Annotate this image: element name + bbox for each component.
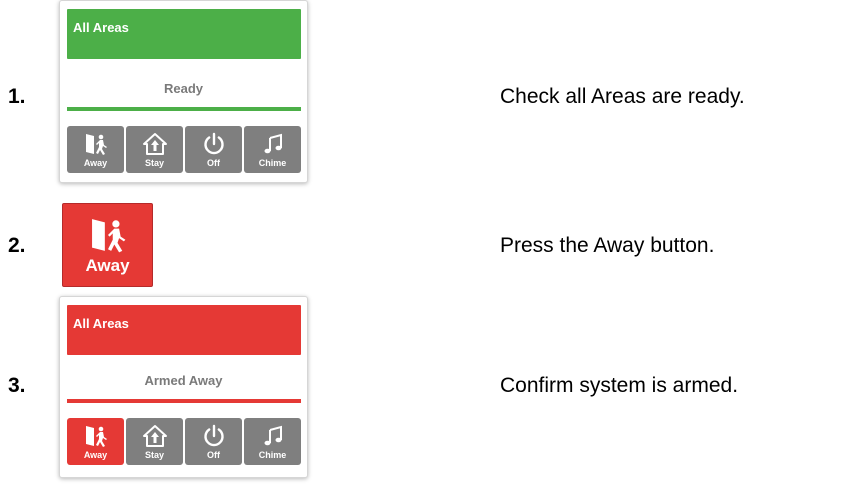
power-icon (201, 132, 227, 156)
step-1-instruction: Check all Areas are ready. (500, 85, 745, 108)
stay-button[interactable]: Stay (126, 126, 183, 173)
music-note-icon (260, 424, 286, 448)
off-button[interactable]: Off (185, 126, 242, 173)
step-3-instruction: Confirm system is armed. (500, 374, 739, 397)
stay-button-label: Stay (144, 158, 164, 168)
status-line (67, 399, 301, 403)
away-button[interactable]: Away (67, 418, 124, 465)
away-button[interactable]: Away (67, 126, 124, 173)
away-door-icon (83, 132, 109, 156)
off-button-label: Off (207, 450, 220, 460)
area-header[interactable]: All Areas (67, 305, 301, 355)
step-1-panel: All Areas Ready Away Stay Off Chime (59, 0, 308, 183)
status-line (67, 107, 301, 111)
away-door-icon (87, 216, 129, 254)
stay-button-label: Stay (144, 450, 164, 460)
stay-button[interactable]: Stay (126, 418, 183, 465)
step-2-number: 2. (8, 234, 26, 257)
stay-home-icon (142, 132, 168, 156)
chime-button[interactable]: Chime (244, 418, 301, 465)
step-2-instruction: Press the Away button. (500, 234, 715, 257)
mode-button-row: Away Stay Off Chime (67, 418, 301, 465)
chime-button[interactable]: Chime (244, 126, 301, 173)
area-status: Armed Away (144, 373, 223, 388)
away-door-icon (83, 424, 109, 448)
step-1-number: 1. (8, 85, 26, 108)
away-button-large-label: Away (85, 256, 130, 275)
power-icon (201, 424, 227, 448)
chime-button-label: Chime (258, 450, 287, 460)
step-3-number: 3. (8, 374, 26, 397)
area-status: Ready (163, 81, 204, 96)
away-button-label: Away (83, 158, 108, 168)
music-note-icon (260, 132, 286, 156)
away-button-label: Away (83, 450, 108, 460)
chime-button-label: Chime (258, 158, 287, 168)
step-3-panel: All Areas Armed Away Away Stay Off Chime (59, 296, 308, 478)
stay-home-icon (142, 424, 168, 448)
off-button[interactable]: Off (185, 418, 242, 465)
away-button-large[interactable]: Away (62, 203, 153, 287)
off-button-label: Off (207, 158, 220, 168)
mode-button-row: Away Stay Off Chime (67, 126, 301, 173)
area-header[interactable]: All Areas (67, 9, 301, 59)
